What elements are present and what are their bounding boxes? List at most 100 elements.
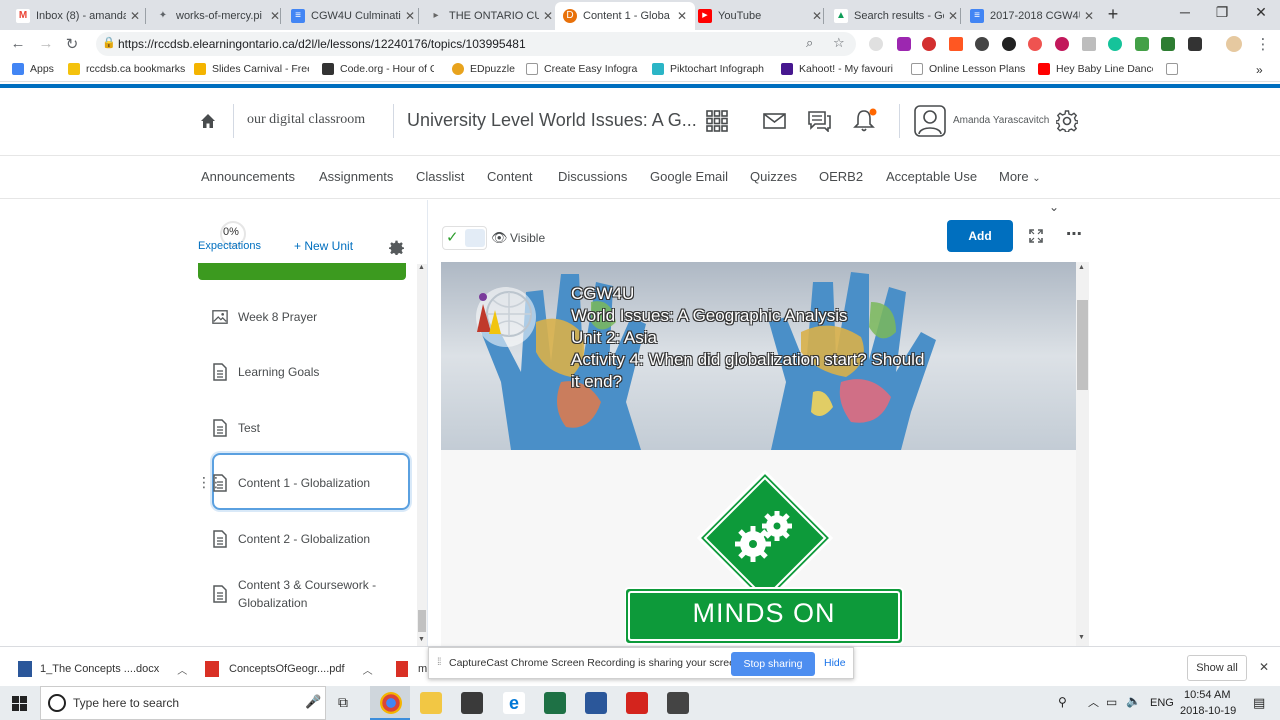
browser-tab[interactable]: M Inbox (8) - amanda ✕ — [8, 2, 148, 30]
minimize-button[interactable]: ─ — [1170, 4, 1200, 20]
close-tab-icon[interactable]: ✕ — [1084, 9, 1094, 23]
chevron-down-icon[interactable]: ⌄ — [1049, 200, 1059, 214]
bookmark[interactable]: Create Easy Infograp — [526, 63, 638, 75]
sidebar-scrollbar[interactable]: ▲ ▼ — [417, 264, 427, 646]
people-icon[interactable]: ⚲ — [1058, 695, 1067, 709]
excel-icon[interactable] — [544, 692, 566, 714]
close-tab-icon[interactable]: ✕ — [270, 9, 280, 23]
close-tab-icon[interactable]: ✕ — [677, 9, 687, 23]
lesson-item-content-3[interactable]: Content 3 & Coursework - Globalization — [212, 576, 412, 612]
chevron-up-icon[interactable]: ︿ — [177, 662, 187, 677]
volume-icon[interactable]: 🔈 — [1126, 694, 1141, 708]
nav-google-email[interactable]: Google Email — [650, 169, 728, 184]
show-all-button[interactable]: Show all — [1187, 655, 1247, 681]
scrollbar-thumb[interactable] — [1077, 300, 1088, 390]
acrobat-icon[interactable] — [626, 692, 648, 714]
visibility-toggle[interactable]: ✓ — [442, 226, 487, 250]
download-item[interactable]: 1_The Concepts ....docx ︿ — [18, 661, 187, 677]
extension-icon[interactable] — [1188, 37, 1202, 51]
bookmark[interactable] — [1166, 63, 1184, 75]
more-bookmarks-icon[interactable]: » — [1256, 63, 1263, 77]
chat-icon[interactable] — [807, 110, 831, 132]
extension-icon[interactable] — [1082, 37, 1096, 51]
clock-time[interactable]: 10:54 AM — [1184, 689, 1230, 701]
close-tab-icon[interactable]: ✕ — [812, 9, 822, 23]
new-unit-button[interactable]: + New Unit — [294, 239, 353, 253]
nav-quizzes[interactable]: Quizzes — [750, 169, 797, 184]
unit-header-bar[interactable] — [198, 263, 406, 280]
microphone-icon[interactable]: 🎤 — [305, 694, 321, 710]
browser-tab[interactable]: ▲ Search results - Go ✕ — [826, 2, 966, 30]
lesson-item-content-1[interactable]: Content 1 - Globalization — [212, 473, 412, 493]
word-icon[interactable] — [585, 692, 607, 714]
bookmark[interactable]: Kahoot! - My favouri — [781, 63, 896, 75]
lesson-item-learning-goals[interactable]: Learning Goals — [212, 362, 412, 382]
course-title[interactable]: University Level World Issues: A G... — [407, 110, 697, 131]
drag-handle-icon[interactable]: ⁞⁞ — [437, 657, 441, 668]
lesson-item-test[interactable]: Test — [212, 418, 412, 438]
language-indicator[interactable]: ENG — [1150, 697, 1174, 709]
bookmark-star-icon[interactable]: ☆ — [833, 35, 845, 51]
battery-icon[interactable]: ▭ — [1106, 695, 1117, 709]
more-options-icon[interactable]: ⋯ — [1066, 224, 1082, 244]
user-name[interactable]: Amanda Yarascavitch — [953, 115, 1049, 126]
bookmark[interactable]: Piktochart Infograph — [652, 63, 764, 75]
nav-classlist[interactable]: Classlist — [416, 169, 464, 184]
adblock-icon[interactable] — [922, 37, 936, 51]
extension-icon[interactable] — [1028, 37, 1042, 51]
close-tab-icon[interactable]: ✕ — [948, 9, 958, 23]
task-view-icon[interactable]: ⧉ — [338, 694, 348, 711]
fullscreen-icon[interactable] — [1029, 229, 1043, 243]
chevron-up-icon[interactable]: ︿ — [363, 662, 373, 677]
scroll-down-arrow[interactable]: ▼ — [1078, 634, 1085, 641]
bookmark[interactable]: Hey Baby Line Dance — [1038, 63, 1153, 75]
bookmark[interactable]: Code.org - Hour of C — [322, 63, 434, 75]
bookmark[interactable]: Slides Carnival - Free — [194, 63, 309, 75]
close-download-bar-icon[interactable]: ✕ — [1259, 660, 1269, 674]
scroll-up-arrow[interactable]: ▲ — [1078, 264, 1085, 271]
mail-icon[interactable] — [763, 113, 786, 129]
close-tab-icon[interactable]: ✕ — [543, 9, 553, 23]
extension-icon[interactable] — [869, 37, 883, 51]
maximize-button[interactable]: ❐ — [1207, 4, 1237, 21]
download-item[interactable]: ConceptsOfGeogr....pdf ︿ — [205, 661, 373, 677]
chrome-app-icon[interactable] — [380, 692, 402, 714]
browser-tab-active[interactable]: D Content 1 - Globa ✕ — [555, 2, 695, 30]
content-scrollbar[interactable]: ▲ ▼ — [1076, 262, 1089, 646]
hide-button[interactable]: Hide — [824, 657, 846, 669]
nav-discussions[interactable]: Discussions — [558, 169, 627, 184]
bookmark[interactable]: EDpuzzle — [452, 63, 515, 75]
browser-tab[interactable]: ✦ works-of-mercy.pi ✕ — [148, 2, 288, 30]
store-icon[interactable] — [461, 692, 483, 714]
lesson-item-content-2[interactable]: Content 2 - Globalization — [212, 529, 412, 549]
chevron-up-icon[interactable]: ︿ — [1088, 694, 1099, 710]
omnibox[interactable]: 🔒 https://rccdsb.elearningontario.ca/d2l… — [96, 32, 856, 56]
scroll-down-arrow[interactable]: ▼ — [418, 636, 425, 643]
close-tab-icon[interactable]: ✕ — [405, 9, 415, 23]
nav-content[interactable]: Content — [487, 169, 533, 184]
clock-date[interactable]: 2018-10-19 — [1180, 705, 1236, 717]
reload-button[interactable]: ↻ — [62, 35, 82, 53]
nav-announcements[interactable]: Announcements — [201, 169, 295, 184]
new-tab-button[interactable]: + — [1098, 4, 1128, 25]
nav-more[interactable]: More ⌄ — [999, 169, 1041, 184]
bookmark[interactable]: Online Lesson Plans — [911, 63, 1025, 75]
extension-icon[interactable] — [1135, 37, 1149, 51]
forward-button[interactable]: → — [36, 35, 56, 52]
file-explorer-icon[interactable] — [420, 692, 442, 714]
nav-acceptable-use[interactable]: Acceptable Use — [886, 169, 977, 184]
action-center-icon[interactable]: ▤ — [1253, 695, 1265, 711]
taskbar-search[interactable]: Type here to search 🎤 — [40, 686, 326, 720]
scroll-up-arrow[interactable]: ▲ — [418, 264, 425, 271]
expectations-link[interactable]: Expectations — [198, 240, 261, 252]
nav-oerb2[interactable]: OERB2 — [819, 169, 863, 184]
grammarly-icon[interactable] — [1108, 37, 1122, 51]
extension-icon[interactable] — [949, 37, 963, 51]
course-selector-grid-icon[interactable] — [706, 110, 728, 132]
browser-tab[interactable]: ▶ YouTube ✕ — [690, 2, 830, 30]
home-icon[interactable] — [200, 113, 216, 129]
lesson-item-week8-prayer[interactable]: Week 8 Prayer — [212, 308, 412, 326]
extension-icon[interactable] — [897, 37, 911, 51]
edge-icon[interactable]: e — [503, 692, 525, 714]
user-avatar-icon[interactable] — [914, 105, 946, 137]
